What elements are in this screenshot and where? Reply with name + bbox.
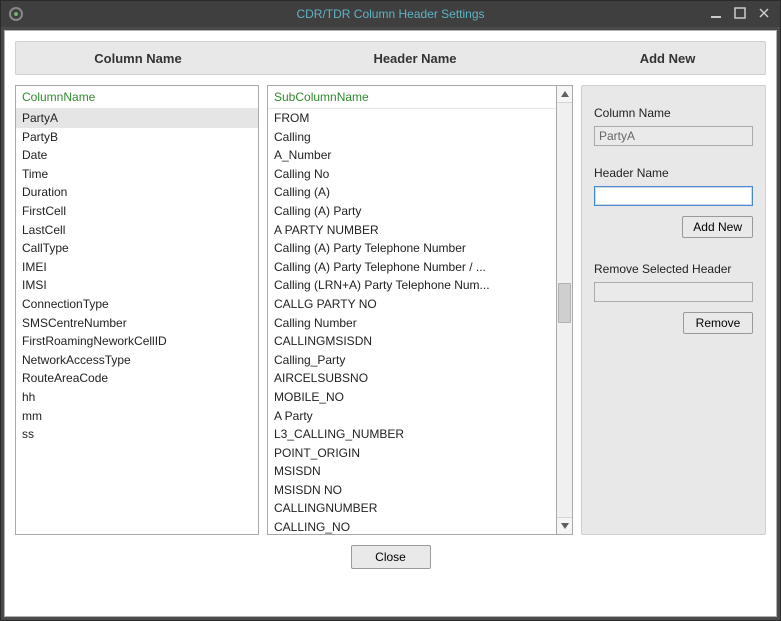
window-title: CDR/TDR Column Header Settings: [1, 7, 780, 21]
window-frame: CDR/TDR Column Header Settings Column Na…: [0, 0, 781, 621]
list-item[interactable]: CallType: [16, 239, 258, 258]
list-item[interactable]: Calling (A) Party Telephone Number / ...: [268, 258, 556, 277]
close-dialog-button[interactable]: Close: [351, 545, 431, 569]
section-header-add-new: Add New: [570, 51, 765, 66]
minimize-button[interactable]: [710, 7, 722, 22]
list-item[interactable]: SMSCentreNumber: [16, 314, 258, 333]
list-item[interactable]: IMEI: [16, 258, 258, 277]
scroll-track[interactable]: [557, 103, 572, 517]
list-item[interactable]: A_Number: [268, 146, 556, 165]
scroll-up-icon[interactable]: [557, 86, 572, 103]
list-item[interactable]: FirstRoamingNeworkCellID: [16, 332, 258, 351]
list-item[interactable]: FirstCell: [16, 202, 258, 221]
footer: Close: [15, 535, 766, 573]
list-item[interactable]: Date: [16, 146, 258, 165]
list-item[interactable]: mm: [16, 407, 258, 426]
list-item[interactable]: Calling (A) Party Telephone Number: [268, 239, 556, 258]
list-item[interactable]: Calling Number: [268, 314, 556, 333]
titlebar[interactable]: CDR/TDR Column Header Settings: [1, 1, 780, 27]
list-item[interactable]: FROM: [268, 109, 556, 128]
list-item[interactable]: Calling (A): [268, 183, 556, 202]
list-item[interactable]: hh: [16, 388, 258, 407]
column-name-field: [594, 126, 753, 146]
list-item[interactable]: Time: [16, 165, 258, 184]
list-item[interactable]: MSISDN: [268, 462, 556, 481]
list-item[interactable]: CALLING_NO: [268, 518, 556, 534]
header-name-field[interactable]: [594, 186, 753, 206]
subcolumn-wrap: SubColumnName FROMCallingA_NumberCalling…: [267, 85, 573, 535]
list-item[interactable]: A Party: [268, 407, 556, 426]
list-item[interactable]: ConnectionType: [16, 295, 258, 314]
client-area: Column Name Header Name Add New ColumnNa…: [4, 30, 777, 617]
add-new-panel: Column Name Header Name Add New Remove S…: [581, 85, 766, 535]
list-item[interactable]: PartyB: [16, 128, 258, 147]
list-item[interactable]: NetworkAccessType: [16, 351, 258, 370]
section-headers: Column Name Header Name Add New: [15, 41, 766, 75]
list-item[interactable]: Calling_Party: [268, 351, 556, 370]
list-item[interactable]: Calling No: [268, 165, 556, 184]
subcolumn-name-list[interactable]: SubColumnName FROMCallingA_NumberCalling…: [267, 85, 556, 535]
list-item[interactable]: POINT_ORIGIN: [268, 444, 556, 463]
list-item[interactable]: CALLINGNUMBER: [268, 499, 556, 518]
maximize-button[interactable]: [734, 7, 746, 22]
header-name-label: Header Name: [594, 166, 753, 180]
column-name-list-header: ColumnName: [16, 86, 258, 109]
column-name-list[interactable]: ColumnName PartyAPartyBDateTimeDurationF…: [15, 85, 259, 535]
list-item[interactable]: LastCell: [16, 221, 258, 240]
remove-selected-header-label: Remove Selected Header: [594, 262, 753, 276]
list-item[interactable]: MOBILE_NO: [268, 388, 556, 407]
section-header-column-name: Column Name: [16, 51, 260, 66]
app-icon: [9, 7, 23, 21]
window-controls: [710, 7, 780, 22]
remove-selected-field: [594, 282, 753, 302]
list-item[interactable]: L3_CALLING_NUMBER: [268, 425, 556, 444]
column-name-list-rows: PartyAPartyBDateTimeDurationFirstCellLas…: [16, 109, 258, 534]
list-item[interactable]: ss: [16, 425, 258, 444]
add-new-button[interactable]: Add New: [682, 216, 753, 238]
subcolumn-name-list-rows: FROMCallingA_NumberCalling NoCalling (A)…: [268, 109, 556, 534]
list-item[interactable]: Calling: [268, 128, 556, 147]
list-item[interactable]: A PARTY NUMBER: [268, 221, 556, 240]
list-item[interactable]: CALLG PARTY NO: [268, 295, 556, 314]
list-item[interactable]: IMSI: [16, 276, 258, 295]
list-item[interactable]: Calling (A) Party: [268, 202, 556, 221]
column-name-label: Column Name: [594, 106, 753, 120]
list-item[interactable]: AIRCELSUBSNO: [268, 369, 556, 388]
subcolumn-scrollbar[interactable]: [556, 85, 573, 535]
body-row: ColumnName PartyAPartyBDateTimeDurationF…: [15, 85, 766, 535]
list-item[interactable]: Calling (LRN+A) Party Telephone Num...: [268, 276, 556, 295]
list-item[interactable]: CALLINGMSISDN: [268, 332, 556, 351]
close-button[interactable]: [758, 7, 770, 22]
scroll-thumb[interactable]: [558, 283, 571, 323]
subcolumn-name-list-header: SubColumnName: [268, 86, 556, 109]
list-item[interactable]: MSISDN NO: [268, 481, 556, 500]
list-item[interactable]: PartyA: [16, 109, 258, 128]
list-item[interactable]: Duration: [16, 183, 258, 202]
remove-button[interactable]: Remove: [683, 312, 753, 334]
list-item[interactable]: RouteAreaCode: [16, 369, 258, 388]
scroll-down-icon[interactable]: [557, 517, 572, 534]
section-header-header-name: Header Name: [260, 51, 570, 66]
